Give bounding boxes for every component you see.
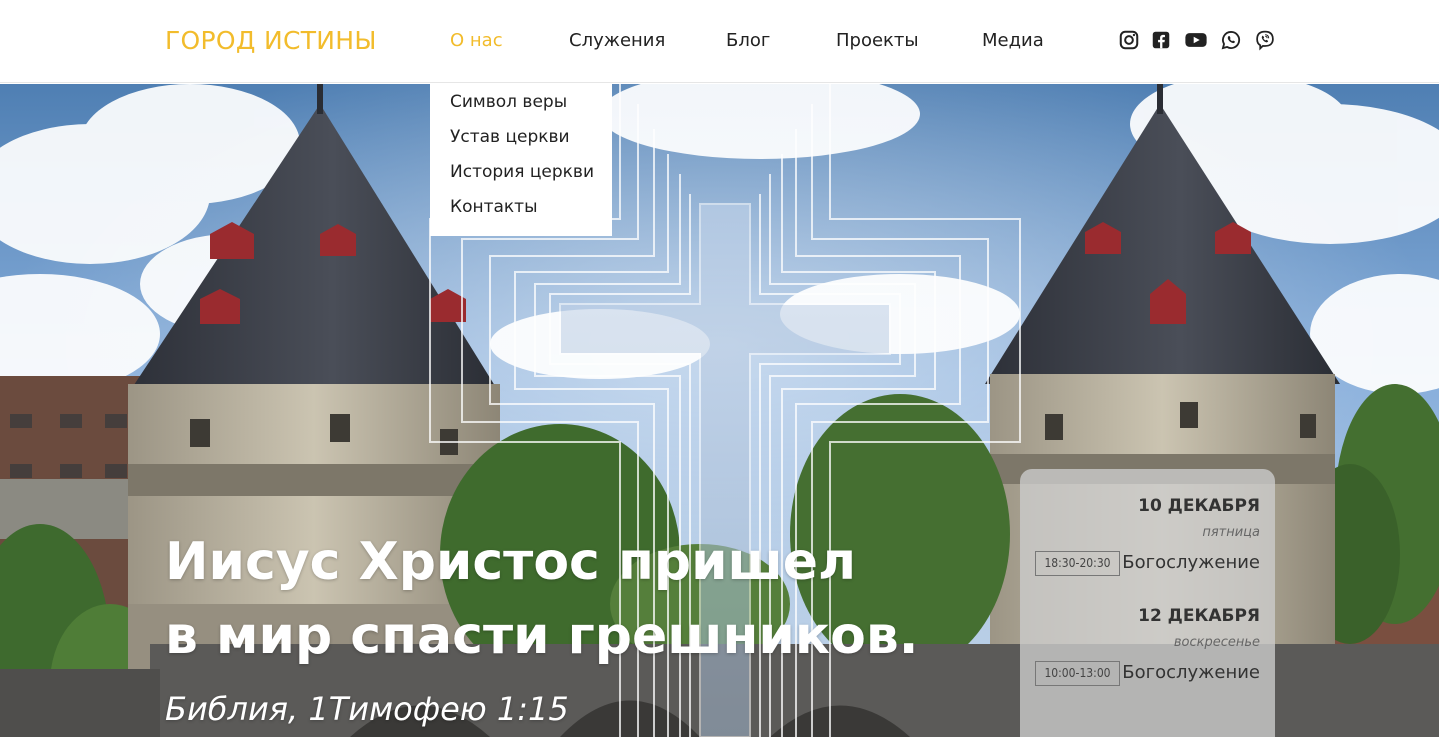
nav-item-projects[interactable]: Проекты	[836, 30, 919, 51]
dropdown-item-charter[interactable]: Устав церкви	[430, 123, 612, 158]
youtube-icon[interactable]	[1184, 29, 1208, 51]
event-weekday: воскресенье	[1173, 635, 1260, 650]
instagram-icon[interactable]	[1118, 29, 1140, 51]
dropdown-item-contacts[interactable]: Контакты	[430, 193, 612, 228]
nav-item-blog[interactable]: Блог	[726, 30, 770, 51]
dropdown-item-history[interactable]: История церкви	[430, 158, 612, 193]
event-title: Богослужение	[1122, 552, 1260, 573]
nav-item-ministries[interactable]: Служения	[569, 30, 665, 51]
whatsapp-icon[interactable]	[1220, 29, 1242, 51]
facebook-icon[interactable]	[1150, 29, 1172, 51]
hero-headline: Иисус Христос пришел в мир спасти грешни…	[165, 525, 919, 673]
hero-quote-reference: Библия, 1Тимофею 1:15	[165, 690, 569, 728]
event-weekday: пятница	[1202, 525, 1260, 540]
hero-headline-line-1: Иисус Христос пришел	[165, 532, 857, 592]
about-dropdown-menu: Символ веры Устав церкви История церкви …	[430, 84, 612, 236]
dropdown-item-creed[interactable]: Символ веры	[430, 88, 612, 123]
nav-item-media[interactable]: Медиа	[982, 30, 1044, 51]
nav-item-about[interactable]: О нас	[450, 30, 503, 51]
viber-icon[interactable]	[1254, 29, 1276, 51]
event-time-badge: 18:30-20:30	[1035, 551, 1120, 576]
event-time-badge: 10:00-13:00	[1035, 661, 1120, 686]
event-title: Богослужение	[1122, 662, 1260, 683]
schedule-card: 10 ДЕКАБРЯ пятница 18:30-20:30 Богослуже…	[1020, 469, 1275, 737]
event-date: 12 ДЕКАБРЯ	[1138, 606, 1260, 626]
site-header: ГОРОД ИСТИНЫ О нас Служения Блог Проекты…	[0, 0, 1439, 83]
site-logo[interactable]: ГОРОД ИСТИНЫ	[165, 26, 377, 55]
hero-headline-line-2: в мир спасти грешников.	[165, 606, 919, 666]
event-date: 10 ДЕКАБРЯ	[1138, 496, 1260, 516]
